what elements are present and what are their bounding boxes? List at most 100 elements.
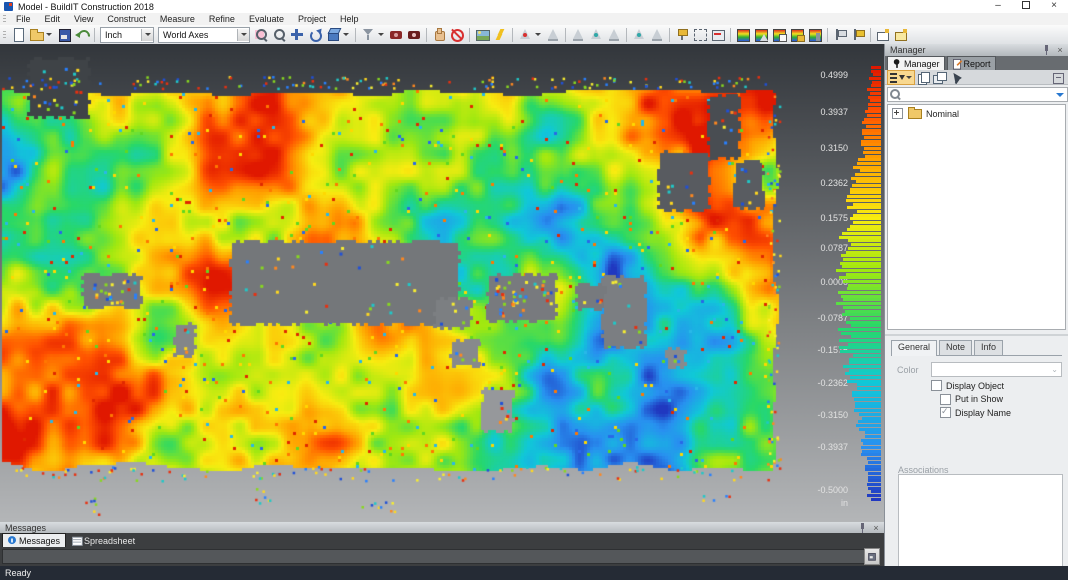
capture-position-alt-button[interactable] <box>405 27 423 42</box>
quick-measure-button[interactable] <box>491 27 509 42</box>
open-file-button[interactable] <box>27 27 55 42</box>
annotate-flag-button[interactable] <box>831 27 849 42</box>
menu-grip <box>3 15 6 23</box>
spinner-icon <box>145 33 151 36</box>
label-tool-button[interactable] <box>874 27 892 42</box>
menu-refine[interactable]: Refine <box>202 13 242 25</box>
gauge-tool-button[interactable] <box>709 27 727 42</box>
restore-button[interactable] <box>1012 0 1040 13</box>
colormap-cone-button[interactable] <box>752 27 770 42</box>
menu-help[interactable]: Help <box>333 13 366 25</box>
tab-manager[interactable]: Manager <box>887 56 945 70</box>
colormap-create-button[interactable] <box>734 27 752 42</box>
undo-button[interactable] <box>73 27 91 42</box>
expand-icon[interactable] <box>892 108 903 119</box>
point-cloud-heatmap-canvas[interactable] <box>0 44 884 522</box>
zoom-window-button[interactable] <box>252 27 270 42</box>
scale-histogram-bar <box>849 358 881 361</box>
pin-tool-button[interactable] <box>673 27 691 42</box>
minimize-button[interactable]: – <box>984 0 1012 13</box>
axes-combo-button[interactable] <box>237 29 249 41</box>
cone-tool-2-button[interactable] <box>587 27 605 42</box>
menu-view[interactable]: View <box>67 13 100 25</box>
scale-histogram-bar <box>852 394 881 397</box>
copy-icon[interactable] <box>915 70 931 85</box>
scale-histogram-bar <box>871 498 881 501</box>
colormap-compare-button[interactable] <box>770 27 788 42</box>
report-icon <box>950 58 963 70</box>
menu-evaluate[interactable]: Evaluate <box>242 13 291 25</box>
associations-list[interactable] <box>898 474 1063 580</box>
rotate-view-button[interactable] <box>306 27 324 42</box>
label-tool-gold-button[interactable] <box>892 27 910 42</box>
colormap-pick-button[interactable] <box>806 27 824 42</box>
display-filter-icon <box>360 27 376 42</box>
scale-histogram-bar <box>867 483 881 486</box>
checkbox-icon[interactable] <box>931 380 942 391</box>
toolbar-separator <box>626 28 627 42</box>
pick-icon[interactable] <box>947 70 963 85</box>
scale-histogram-bar <box>848 247 881 250</box>
target-red-button[interactable] <box>516 27 544 42</box>
scale-histogram-bar <box>850 188 881 191</box>
checkbox-icon[interactable] <box>940 394 951 405</box>
checkbox-display-object[interactable]: Display Object <box>931 380 1004 391</box>
cascade-icon[interactable] <box>931 70 947 85</box>
unit-combo-value: Inch <box>105 30 122 40</box>
checkbox-display-name[interactable]: Display Name <box>940 407 1011 418</box>
collapse-all-icon[interactable] <box>1050 70 1066 85</box>
target-plain-button[interactable] <box>544 27 562 42</box>
scale-histogram-bar <box>861 446 881 449</box>
tab-general[interactable]: General <box>891 340 937 356</box>
capture-position-button[interactable] <box>387 27 405 42</box>
label-tool-gold-icon <box>893 27 909 42</box>
menu-edit[interactable]: Edit <box>38 13 68 25</box>
tab-info[interactable]: Info <box>974 340 1003 355</box>
properties-panel: General Note Info Color ⌄ Display Object… <box>885 334 1068 568</box>
checkbox-put-in-show[interactable]: Put in Show <box>940 394 1003 405</box>
tab-spreadsheet[interactable]: Spreadsheet <box>68 534 140 547</box>
close-panel-icon[interactable]: × <box>870 523 882 533</box>
select-hand-button[interactable] <box>430 27 448 42</box>
tree-item-nominal[interactable]: Nominal <box>888 105 1065 119</box>
search-input[interactable] <box>904 89 1056 100</box>
cone-tool-5-button[interactable] <box>648 27 666 42</box>
sort-button[interactable] <box>887 70 915 85</box>
zoom-fit-button[interactable] <box>270 27 288 42</box>
pan-view-button[interactable] <box>288 27 306 42</box>
unit-combo-button[interactable] <box>141 29 153 41</box>
save-log-button[interactable] <box>864 548 880 565</box>
cone-tool-3-button[interactable] <box>605 27 623 42</box>
target-plain-icon <box>545 27 561 42</box>
menu-measure[interactable]: Measure <box>153 13 202 25</box>
search-dropdown-icon[interactable] <box>1056 93 1064 97</box>
save-file-button[interactable] <box>55 27 73 42</box>
menu-project[interactable]: Project <box>291 13 333 25</box>
annotate-flag-gold-button[interactable] <box>849 27 867 42</box>
menu-file[interactable]: File <box>9 13 38 25</box>
checkbox-icon[interactable] <box>940 407 951 418</box>
cone-tool-4-button[interactable] <box>630 27 648 42</box>
viewport-3d[interactable]: 0.49990.39370.31500.23620.15750.07870.00… <box>0 44 884 522</box>
tab-messages[interactable]: Messages <box>2 533 66 547</box>
cone-tool-1-button[interactable] <box>569 27 587 42</box>
axes-combo[interactable]: World Axes <box>158 27 250 43</box>
display-filter-button[interactable] <box>359 27 387 42</box>
select-hand-icon <box>431 27 447 42</box>
message-input[interactable] <box>2 549 866 564</box>
close-panel-icon[interactable]: × <box>1054 45 1066 55</box>
scale-histogram-bar <box>852 184 881 187</box>
tab-report[interactable]: Report <box>947 56 996 70</box>
snapshot-button[interactable] <box>473 27 491 42</box>
close-button[interactable]: × <box>1040 0 1068 13</box>
clipping-off-button[interactable] <box>448 27 466 42</box>
unit-combo[interactable]: Inch <box>100 27 154 43</box>
view-cube-button[interactable] <box>324 27 352 42</box>
tab-note[interactable]: Note <box>939 340 972 355</box>
annotate-flag-gold-icon <box>850 27 866 42</box>
colormap-edit-button[interactable] <box>788 27 806 42</box>
frame-tool-button[interactable] <box>691 27 709 42</box>
color-combo[interactable]: ⌄ <box>931 362 1062 377</box>
new-document-button[interactable] <box>9 27 27 42</box>
menu-construct[interactable]: Construct <box>100 13 153 25</box>
